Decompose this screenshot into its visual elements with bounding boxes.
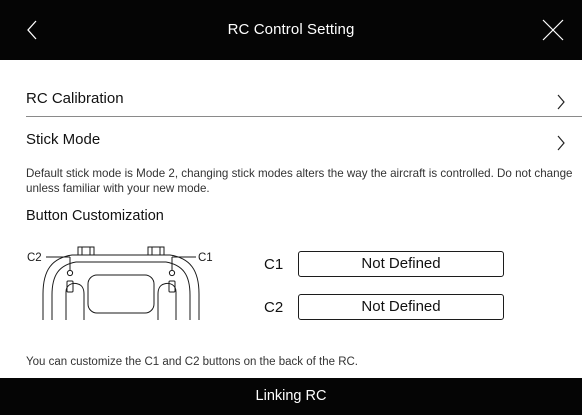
customization-note: You can customize the C1 and C2 buttons … — [26, 356, 359, 368]
c2-label: C2 — [264, 299, 284, 316]
button-customization-heading: Button Customization — [26, 208, 164, 224]
stick-mode-label: Stick Mode — [26, 131, 101, 148]
diagram-c2-label: C2 — [27, 252, 42, 264]
stick-mode-description: Default stick mode is Mode 2, changing s… — [26, 167, 573, 195]
linking-rc-button[interactable]: Linking RC — [0, 378, 582, 415]
stick-mode-row[interactable]: Stick Mode — [26, 124, 582, 160]
rc-calibration-row[interactable]: RC Calibration — [26, 80, 582, 117]
chevron-right-icon — [557, 94, 565, 110]
diagram-c1-label: C1 — [198, 252, 213, 264]
c1-label: C1 — [264, 256, 284, 273]
c1-select[interactable]: Not Defined — [298, 251, 504, 277]
chevron-right-icon — [557, 135, 565, 151]
page-title: RC Control Setting — [227, 21, 355, 38]
title-bar: RC Control Setting — [0, 0, 582, 60]
rc-calibration-label: RC Calibration — [26, 90, 124, 107]
rc-back-diagram: C2 C1 — [27, 246, 213, 320]
close-icon[interactable] — [540, 17, 566, 43]
c2-select[interactable]: Not Defined — [298, 294, 504, 320]
